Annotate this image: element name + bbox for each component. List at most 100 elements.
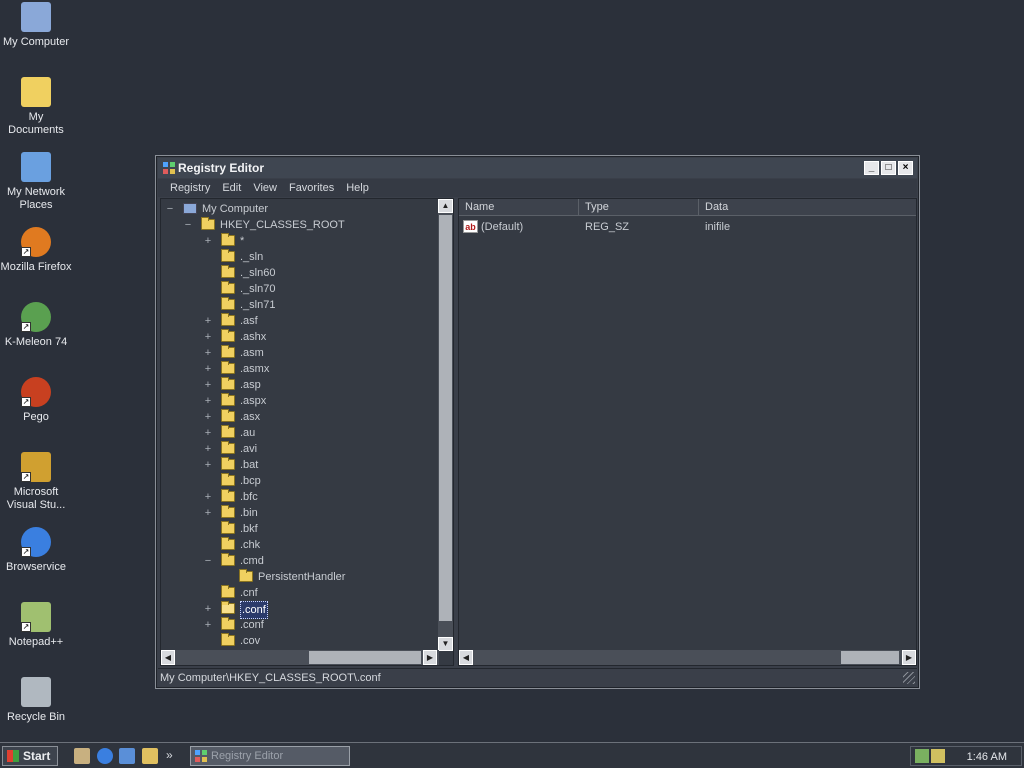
tree-horizontal-scroll-thumb[interactable] xyxy=(309,651,421,664)
scroll-up-arrow-icon[interactable]: ▲ xyxy=(438,199,453,213)
tree-node[interactable]: + .asmx xyxy=(161,361,437,377)
tree-node[interactable]: .bcp xyxy=(161,473,437,489)
tree-node[interactable]: .bkf xyxy=(161,521,437,537)
tree-node[interactable]: ._sln71 xyxy=(161,297,437,313)
collapse-icon[interactable]: − xyxy=(183,217,193,233)
tree-vertical-scrollbar[interactable]: ▲ ▼ xyxy=(438,199,453,651)
start-button[interactable]: Start xyxy=(2,746,58,766)
values-list-pane[interactable]: Name Type Data ab (Default) REG_SZ inifi… xyxy=(458,198,917,666)
column-data-header[interactable]: Data xyxy=(699,199,916,216)
quicklaunch-overflow-icon[interactable]: » xyxy=(166,746,173,764)
scroll-down-arrow-icon[interactable]: ▼ xyxy=(438,637,453,651)
ie-icon[interactable] xyxy=(97,748,113,764)
desktop-icon-computer[interactable]: My Computer xyxy=(0,2,72,49)
tree-node[interactable]: + .asm xyxy=(161,345,437,361)
tree-node[interactable]: + .au xyxy=(161,425,437,441)
scroll-left-arrow-icon[interactable]: ◀ xyxy=(459,650,473,665)
tree-node[interactable]: + .bin xyxy=(161,505,437,521)
expand-icon[interactable]: + xyxy=(203,233,213,249)
key-tree-pane[interactable]: − My Computer − HKEY_CLASSES_ROOT + * ._sln ._s… xyxy=(160,198,454,666)
expand-icon[interactable]: + xyxy=(203,441,213,457)
title-bar[interactable]: Registry Editor _ □ × xyxy=(158,158,917,178)
expand-icon[interactable]: + xyxy=(203,457,213,473)
tree-node[interactable]: + .asp xyxy=(161,377,437,393)
maximize-button[interactable]: □ xyxy=(881,161,896,175)
collapse-icon[interactable]: − xyxy=(165,201,175,217)
tree-node[interactable]: .cnf xyxy=(161,585,437,601)
menu-help[interactable]: Help xyxy=(340,179,375,197)
desktop-icon-pego[interactable]: ↗ Pego xyxy=(0,377,72,424)
explorer-icon[interactable] xyxy=(142,748,158,764)
expand-icon[interactable]: + xyxy=(203,393,213,409)
tree-node[interactable]: + .conf xyxy=(161,601,437,619)
tree-horizontal-scrollbar[interactable]: ◀ ▶ xyxy=(161,650,439,665)
value-row[interactable]: ab (Default) REG_SZ inifile xyxy=(459,219,916,235)
resize-grip-icon[interactable] xyxy=(903,672,915,684)
expand-icon[interactable]: + xyxy=(203,313,213,329)
security-tray-icon[interactable] xyxy=(931,749,945,763)
collapse-icon[interactable]: − xyxy=(203,553,213,569)
column-type-header[interactable]: Type xyxy=(579,199,699,216)
tree-node[interactable]: ._sln60 xyxy=(161,265,437,281)
expand-icon[interactable]: + xyxy=(203,601,213,617)
expand-icon[interactable]: + xyxy=(203,409,213,425)
expand-icon[interactable]: + xyxy=(203,425,213,441)
desktop-icon-documents-folder[interactable]: My Documents xyxy=(0,77,72,137)
tree-node[interactable]: − HKEY_CLASSES_ROOT xyxy=(161,217,437,233)
desktop-icon-recycle-bin[interactable]: Recycle Bin xyxy=(0,677,72,724)
network-tray-icon[interactable] xyxy=(915,749,929,763)
list-horizontal-scroll-thumb[interactable] xyxy=(841,651,899,664)
minimize-button[interactable]: _ xyxy=(864,161,879,175)
folder-icon xyxy=(221,505,235,518)
registry-editor-window[interactable]: Registry Editor _ □ × Registry Edit View Fa… xyxy=(155,155,920,689)
desktop-icon-notepadpp[interactable]: ↗ Notepad++ xyxy=(0,602,72,649)
scroll-right-arrow-icon[interactable]: ▶ xyxy=(423,650,437,665)
tree-node[interactable]: ._sln xyxy=(161,249,437,265)
menu-view[interactable]: View xyxy=(247,179,283,197)
clock[interactable]: 1:46 AM xyxy=(967,747,1007,767)
expand-icon[interactable]: + xyxy=(203,361,213,377)
expand-icon[interactable]: + xyxy=(203,377,213,393)
expand-icon[interactable]: + xyxy=(203,345,213,361)
tree-node[interactable]: PersistentHandler xyxy=(161,569,437,585)
expand-icon[interactable]: + xyxy=(203,505,213,521)
taskbar-registry-editor-button[interactable]: Registry Editor xyxy=(190,746,350,766)
tree-node[interactable]: ._sln70 xyxy=(161,281,437,297)
menu-registry[interactable]: Registry xyxy=(164,179,216,197)
desktop-icon-firefox[interactable]: ↗ Mozilla Firefox xyxy=(0,227,72,274)
desktop-icon-network[interactable]: My Network Places xyxy=(0,152,72,212)
expand-icon[interactable]: + xyxy=(203,329,213,345)
menu-edit[interactable]: Edit xyxy=(216,179,247,197)
desktop-icon-kmeleon[interactable]: ↗ K-Meleon 74 xyxy=(0,302,72,349)
tree-node[interactable]: + .avi xyxy=(161,441,437,457)
tree-node[interactable]: + * xyxy=(161,233,437,249)
desktop-icon-visual-studio[interactable]: ↗ Microsoft Visual Stu... xyxy=(0,452,72,512)
tree-node[interactable]: + .bat xyxy=(161,457,437,473)
scroll-left-arrow-icon[interactable]: ◀ xyxy=(161,650,175,665)
tree-node[interactable]: + .aspx xyxy=(161,393,437,409)
tree-vertical-scroll-thumb[interactable] xyxy=(439,215,452,621)
close-button[interactable]: × xyxy=(898,161,913,175)
expand-icon[interactable]: + xyxy=(203,489,213,505)
tree-node[interactable]: + .asf xyxy=(161,313,437,329)
tree-node[interactable]: .cov xyxy=(161,633,437,649)
tree-node[interactable]: − My Computer xyxy=(161,201,437,217)
tree-node[interactable]: .chk xyxy=(161,537,437,553)
tree-node[interactable]: − .cmd xyxy=(161,553,437,569)
tree-node[interactable]: + .bfc xyxy=(161,489,437,505)
outlook-icon[interactable] xyxy=(119,748,135,764)
tree-node[interactable]: + .asx xyxy=(161,409,437,425)
tree-node[interactable]: + .conf xyxy=(161,617,437,633)
desktop-icon-ie[interactable]: ↗ Browservice xyxy=(0,527,72,574)
shortcut-arrow-icon: ↗ xyxy=(21,622,31,632)
scroll-right-arrow-icon[interactable]: ▶ xyxy=(902,650,916,665)
ie-icon: ↗ xyxy=(21,527,51,557)
firefox-icon: ↗ xyxy=(21,227,51,257)
menu-favorites[interactable]: Favorites xyxy=(283,179,340,197)
list-horizontal-scrollbar[interactable]: ◀ ▶ xyxy=(459,650,916,665)
expand-icon[interactable]: + xyxy=(203,617,213,633)
show-desktop-icon[interactable] xyxy=(74,748,90,764)
tree-node[interactable]: + .ashx xyxy=(161,329,437,345)
desktop-icon-label: My Network Places xyxy=(6,186,66,211)
column-name-header[interactable]: Name xyxy=(459,199,579,216)
